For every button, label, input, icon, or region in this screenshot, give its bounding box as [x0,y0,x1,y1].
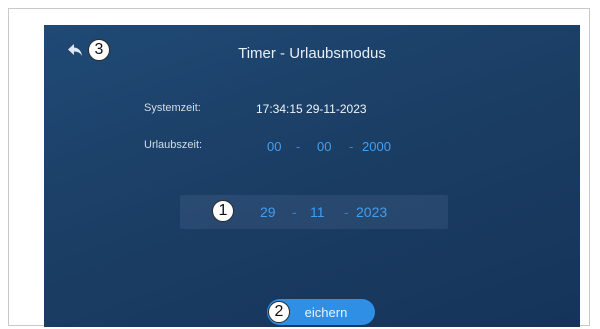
device-screen: 3 Timer - Urlaubsmodus Systemzeit: 17:34… [44,25,580,327]
picker-day-field[interactable]: 29 [260,204,276,220]
vacation-separator-1: - [296,139,301,154]
picker-separator-1: - [292,204,297,220]
vacation-day-field[interactable]: 00 [267,139,281,154]
vacation-separator-2: - [349,139,354,154]
picker-year-field[interactable]: 2023 [356,204,387,220]
callout-badge-1: 1 [212,200,234,222]
picker-month-field[interactable]: 11 [310,204,325,220]
vacation-time-label: Urlaubszeit: [144,139,203,151]
system-time-label: Systemzeit: [144,102,201,114]
picker-separator-2: - [344,204,349,220]
screenshot-frame: 3 Timer - Urlaubsmodus Systemzeit: 17:34… [8,8,590,327]
system-time-value: 17:34:15 29-11-2023 [256,102,367,116]
save-button-label: eichern [304,304,348,320]
vacation-month-field[interactable]: 00 [317,139,331,154]
callout-badge-2: 2 [268,301,290,323]
page-title: Timer - Urlaubsmodus [238,45,386,62]
vacation-year-field[interactable]: 2000 [362,139,391,154]
